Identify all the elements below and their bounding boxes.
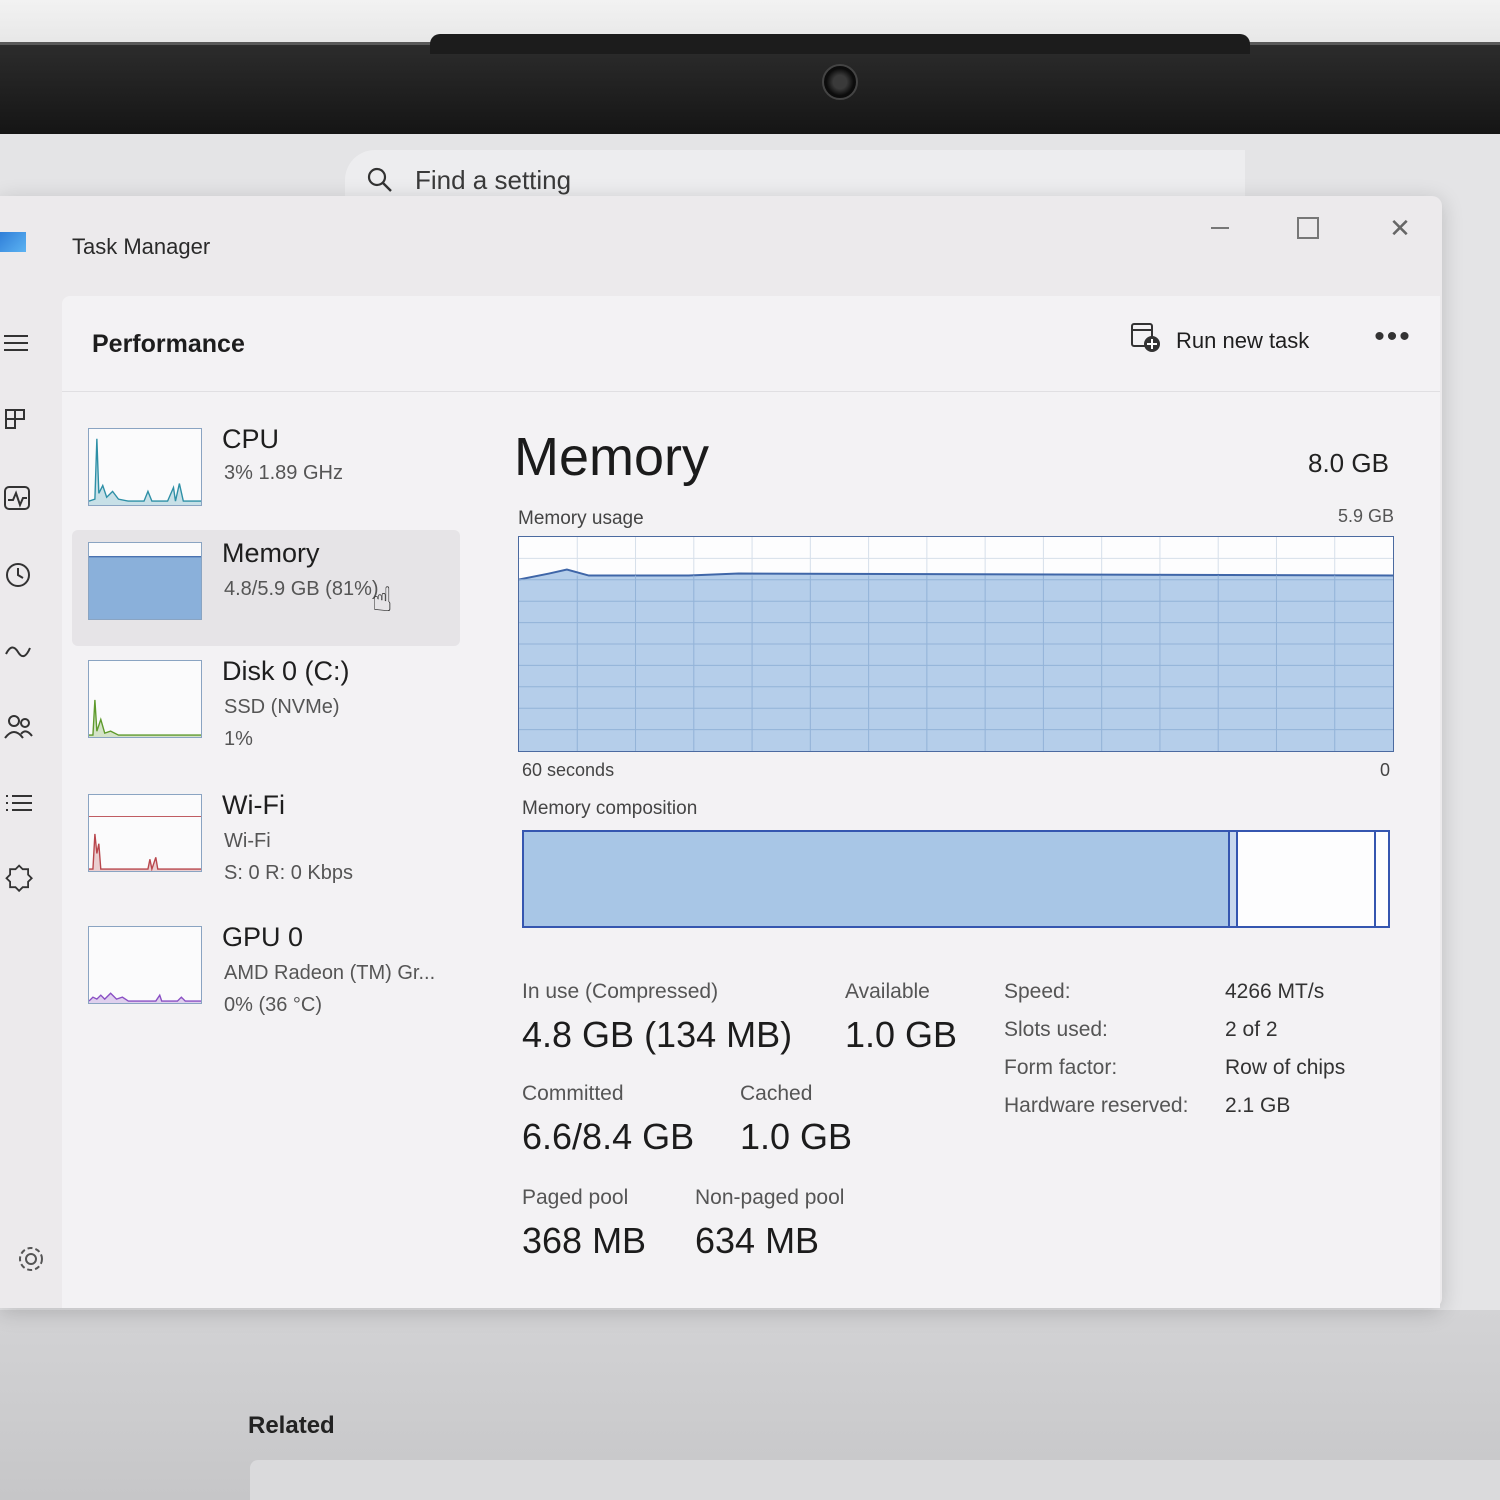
device-detail-2: S: 0 R: 0 Kbps	[224, 862, 353, 884]
device-detail: 4.8/5.9 GB (81%)	[224, 578, 379, 600]
wifi-thumbnail-graph	[88, 794, 202, 872]
graph-axis-left: 60 seconds	[522, 760, 615, 780]
device-item-cpu[interactable]: CPU 3% 1.89 GHz	[72, 416, 460, 532]
page-title: Performance	[92, 330, 245, 358]
stat-value: 368 MB	[522, 1220, 647, 1261]
prop-slots-value: 2 of 2	[1225, 1018, 1278, 1041]
stat-available: Available 1.0 GB	[845, 980, 957, 1056]
memory-thumbnail-graph	[88, 542, 202, 620]
details-icon[interactable]	[2, 786, 36, 820]
cpu-thumbnail-graph	[88, 428, 202, 506]
hamburger-menu-icon[interactable]	[2, 326, 36, 360]
device-detail-2: 1%	[224, 728, 253, 750]
close-button[interactable]: ✕	[1370, 206, 1430, 250]
device-name: GPU 0	[222, 922, 304, 952]
device-name: CPU	[222, 424, 280, 454]
laptop-bezel	[0, 42, 1500, 134]
graph-axis-right: 0	[1380, 760, 1391, 780]
device-name: Memory	[222, 538, 320, 568]
device-detail: 3% 1.89 GHz	[224, 462, 343, 484]
run-new-task-button[interactable]: Run new task	[1130, 322, 1309, 359]
prop-hw-reserved-value: 2.1 GB	[1225, 1094, 1291, 1117]
device-item-memory[interactable]: Memory 4.8/5.9 GB (81%)	[72, 530, 460, 646]
services-icon[interactable]	[2, 862, 36, 896]
stat-label: Committed	[522, 1082, 624, 1105]
panel-header: Performance Run new task •••	[62, 296, 1440, 392]
device-spark-line	[89, 833, 201, 871]
webcam	[822, 64, 858, 100]
settings-gear-icon[interactable]	[14, 1242, 48, 1276]
task-manager-app-icon	[0, 232, 26, 252]
run-task-label: Run new task	[1176, 327, 1310, 353]
startup-apps-icon[interactable]	[2, 634, 36, 668]
device-spark-area	[89, 699, 201, 737]
stat-value: 1.0 GB	[845, 1014, 958, 1055]
device-item-gpu[interactable]: GPU 0 AMD Radeon (TM) Gr... 0% (36 °C)	[72, 914, 460, 1030]
stat-paged-pool: Paged pool 368 MB	[522, 1186, 646, 1262]
window-title: Task Manager	[72, 234, 211, 259]
stat-label: In use (Compressed)	[522, 980, 719, 1003]
memory-composition-bar	[522, 830, 1390, 928]
related-heading: Related	[248, 1412, 335, 1439]
more-options-button[interactable]: •••	[1368, 320, 1418, 354]
bezel-notch	[430, 34, 1250, 54]
app-history-icon[interactable]	[2, 558, 36, 592]
performance-icon[interactable]	[2, 482, 36, 516]
users-icon[interactable]	[2, 710, 36, 744]
usage-area	[519, 569, 1393, 751]
stat-in-use: In use (Compressed) 4.8 GB (134 MB)	[522, 980, 792, 1056]
disk-thumbnail-graph	[88, 660, 202, 738]
device-item-disk[interactable]: Disk 0 (C:) SSD (NVMe) 1%	[72, 648, 460, 764]
prop-speed-label: Speed:	[1004, 980, 1071, 1003]
prop-form-factor-label: Form factor:	[1004, 1056, 1118, 1079]
memory-usage-label: Memory usage	[518, 508, 644, 529]
settings-card	[250, 1460, 1500, 1500]
stat-value: 6.6/8.4 GB	[522, 1116, 695, 1157]
device-spark-line	[89, 438, 201, 502]
gpu-thumbnail-graph	[88, 926, 202, 1004]
prop-speed-value: 4266 MT/s	[1225, 980, 1325, 1003]
prop-slots-label: Slots used:	[1004, 1018, 1108, 1041]
processes-icon[interactable]	[2, 404, 36, 438]
stat-committed: Committed 6.6/8.4 GB	[522, 1082, 694, 1158]
prop-hw-reserved-label: Hardware reserved:	[1004, 1094, 1189, 1117]
stat-label: Non-paged pool	[695, 1186, 845, 1209]
composition-free	[1375, 832, 1388, 926]
stat-value: 634 MB	[695, 1220, 820, 1261]
device-item-wifi[interactable]: Wi-Fi Wi-Fi S: 0 R: 0 Kbps	[72, 782, 460, 898]
memory-usage-graph	[518, 536, 1394, 752]
run-task-icon	[1130, 322, 1162, 359]
search-placeholder: Find a setting	[415, 164, 572, 195]
device-name: Disk 0 (C:)	[222, 656, 350, 686]
composition-standby	[1237, 832, 1376, 926]
memory-heading: Memory	[514, 427, 710, 487]
performance-panel: Performance Run new task ••• CPU 3% 1.89…	[62, 296, 1440, 1308]
device-spark-area	[89, 833, 201, 871]
memory-composition-label: Memory composition	[522, 798, 698, 819]
stat-value: 1.0 GB	[740, 1116, 853, 1157]
stat-label: Paged pool	[522, 1186, 629, 1209]
stat-label: Cached	[740, 1082, 813, 1105]
memory-spark-fill	[89, 556, 201, 619]
hand-cursor-icon: ☝	[372, 581, 393, 619]
prop-form-factor-value: Row of chips	[1225, 1056, 1346, 1079]
search-icon	[367, 167, 393, 193]
device-spark-line	[89, 699, 201, 736]
minimize-button[interactable]	[1190, 206, 1250, 250]
composition-modified	[1229, 832, 1238, 926]
stat-value: 4.8 GB (134 MB)	[522, 1014, 793, 1055]
memory-total: 8.0 GB	[1308, 448, 1389, 478]
task-manager-window: Task Manager ✕ Performance Run new task …	[0, 196, 1442, 1308]
composition-in-use	[524, 832, 1230, 926]
stat-label: Available	[845, 980, 930, 1003]
device-detail: SSD (NVMe)	[224, 696, 340, 718]
memory-usage-max: 5.9 GB	[1338, 506, 1395, 526]
device-detail-2: 0% (36 °C)	[224, 994, 323, 1016]
device-name: Wi-Fi	[222, 790, 285, 820]
stat-cached: Cached 1.0 GB	[740, 1082, 852, 1158]
stat-non-paged-pool: Non-paged pool 634 MB	[695, 1186, 844, 1262]
maximize-button[interactable]	[1278, 206, 1338, 250]
device-detail: AMD Radeon (TM) Gr...	[224, 962, 436, 984]
device-detail: Wi-Fi	[224, 830, 271, 852]
